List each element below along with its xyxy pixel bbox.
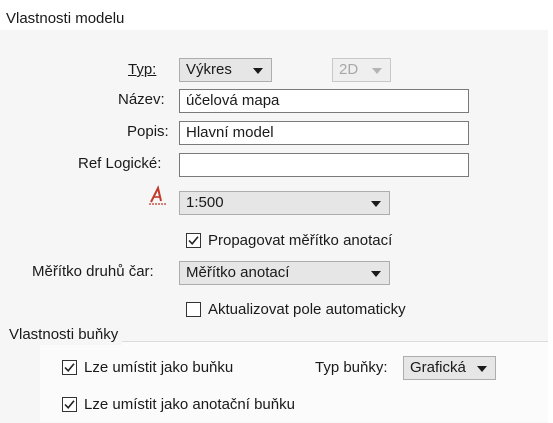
cell-properties-title: Vlastnosti buňky (9, 325, 123, 345)
ref-logical-field[interactable] (179, 153, 469, 177)
description-field[interactable]: Hlavní model (179, 121, 469, 145)
cell-type-dropdown[interactable]: Grafická (403, 356, 496, 380)
place-as-annotation-cell-checkbox[interactable] (62, 397, 77, 412)
propagate-label: Propagovat měřítko anotací (208, 232, 393, 249)
cell-type-value: Grafická (410, 359, 466, 376)
chevron-down-icon (371, 271, 381, 277)
ref-logical-label: Ref Logické: (78, 155, 162, 172)
place-as-annotation-cell-label: Lze umístit jako anotační buňku (84, 396, 295, 413)
checkmark-icon (188, 236, 199, 245)
checkmark-icon (64, 400, 75, 409)
annotation-scale-icon (147, 185, 169, 207)
dimension-dropdown: 2D (332, 58, 391, 82)
chevron-down-icon (372, 68, 382, 74)
dimension-value: 2D (339, 61, 359, 78)
place-as-cell-checkbox[interactable] (62, 360, 77, 375)
annotation-scale-value: 1:500 (186, 194, 224, 211)
auto-update-label: Aktualizovat pole automaticky (208, 301, 406, 318)
type-label: Typ: (128, 61, 157, 78)
chevron-down-icon (477, 366, 487, 372)
chevron-down-icon (371, 201, 381, 207)
checkmark-icon (64, 363, 75, 372)
chevron-down-icon (253, 68, 263, 74)
name-label: Název: (118, 91, 165, 108)
dialog-title: Vlastnosti modelu (6, 10, 125, 27)
propagate-checkbox[interactable] (186, 233, 201, 248)
name-field[interactable]: účelová mapa (179, 89, 469, 113)
cell-type-label: Typ buňky: (315, 359, 388, 376)
line-style-scale-dropdown[interactable]: Měřítko anotací (179, 261, 390, 285)
description-label: Popis: (127, 123, 169, 140)
auto-update-checkbox[interactable] (186, 302, 201, 317)
place-as-cell-label: Lze umístit jako buňku (84, 359, 234, 376)
line-style-scale-label: Měřítko druhů čar: (32, 263, 154, 280)
type-value: Výkres (186, 61, 232, 78)
annotation-scale-dropdown[interactable]: 1:500 (179, 191, 390, 215)
type-dropdown[interactable]: Výkres (179, 58, 272, 82)
line-style-scale-value: Měřítko anotací (186, 264, 290, 281)
